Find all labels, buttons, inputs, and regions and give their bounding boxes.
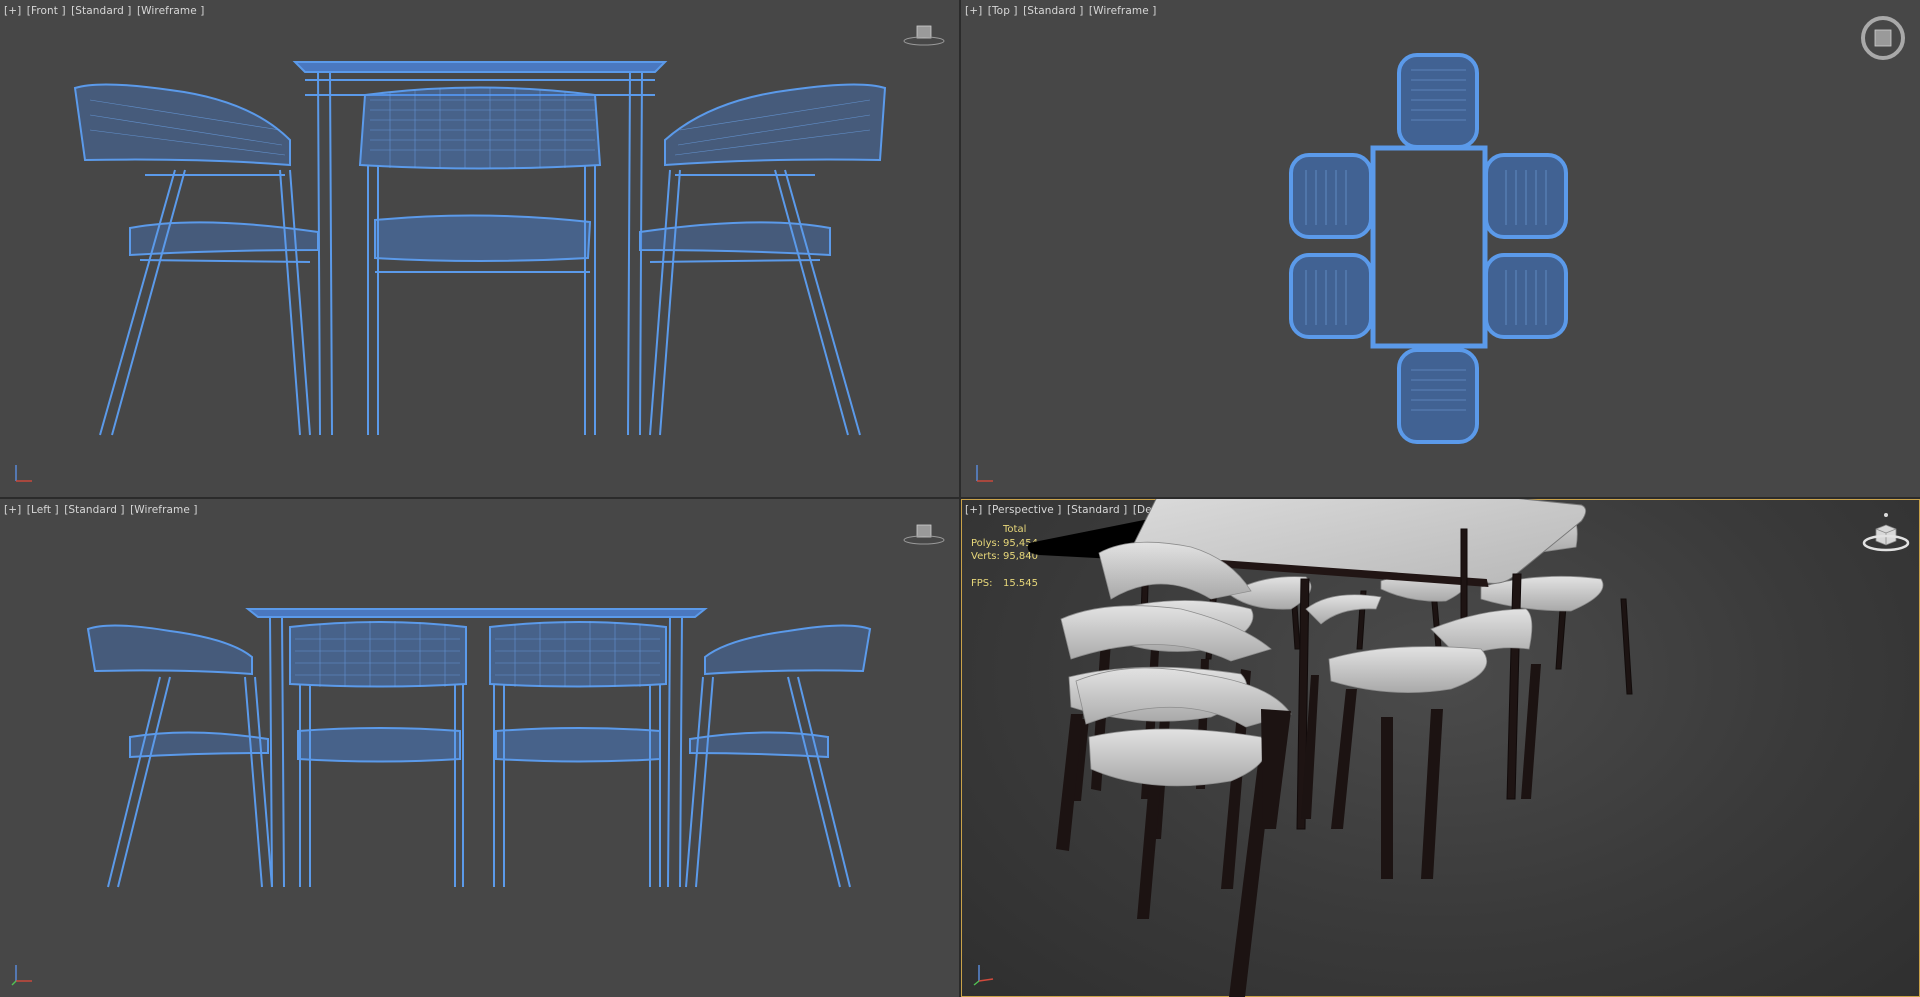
viewport-front[interactable]: [+] [Front ] [Standard ] [Wireframe ] [0, 0, 959, 497]
top-wireframe-scene[interactable] [961, 0, 1920, 497]
front-wireframe-scene[interactable] [0, 0, 959, 497]
perspective-shaded-scene[interactable] [961, 499, 1920, 997]
left-wireframe-scene[interactable] [0, 499, 959, 997]
viewport-perspective[interactable]: [+] [Perspective ] [Standard ] [Default … [961, 499, 1920, 997]
viewport-left[interactable]: [+] [Left ] [Standard ] [Wireframe ] [0, 499, 959, 997]
viewport-top[interactable]: [+] [Top ] [Standard ] [Wireframe ] [961, 0, 1920, 497]
